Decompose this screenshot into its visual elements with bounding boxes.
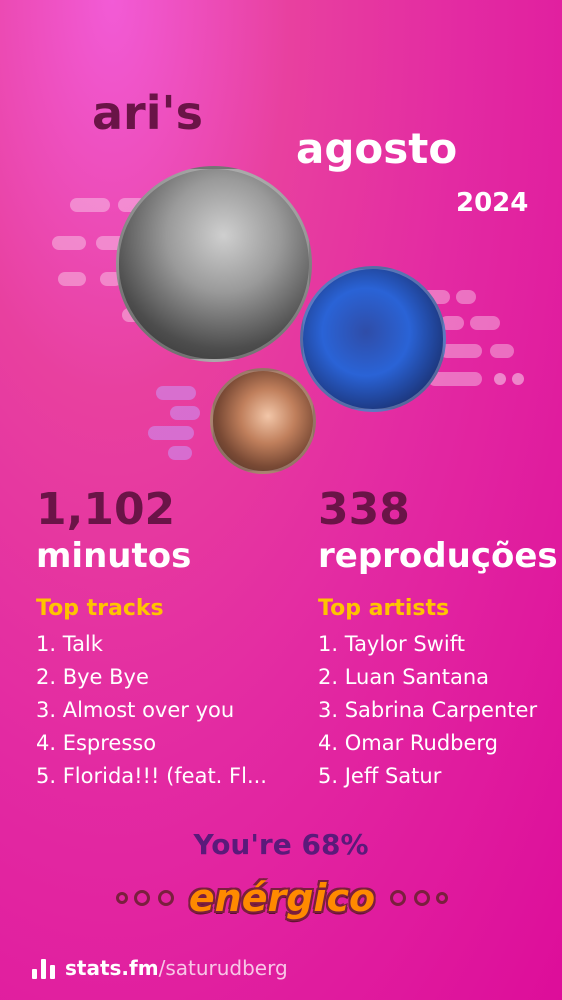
footer-site: stats.fm <box>65 956 159 980</box>
top-tracks-list: 1. Talk 2. Bye Bye 3. Almost over you 4.… <box>36 628 276 793</box>
artist-avatar-large <box>116 166 312 362</box>
track-item: 3. Almost over you <box>36 698 235 722</box>
plays-value: 338 <box>318 484 410 535</box>
top-artists-title: Top artists <box>318 596 450 621</box>
mood-label: enérgico <box>188 876 376 920</box>
track-item: 4. Espresso <box>36 731 157 755</box>
user-title: ari's <box>92 86 203 140</box>
year-title: 2024 <box>456 188 529 218</box>
artist-item: 4. Omar Rudberg <box>318 731 499 755</box>
mood-percent: You're 68% <box>193 828 369 861</box>
artist-avatar-medium <box>300 266 446 412</box>
plays-label: reproduções <box>318 536 558 576</box>
artist-item: 2. Luan Santana <box>318 665 489 689</box>
stats-bars-icon <box>32 957 55 979</box>
minutes-value: 1,102 <box>36 484 176 535</box>
artist-item: 1. Taylor Swift <box>318 632 465 656</box>
top-tracks-title: Top tracks <box>36 596 164 621</box>
stats-card: ari's agosto 2024 1,102 minutos 338 repr… <box>0 0 562 1000</box>
month-title: agosto <box>296 124 458 173</box>
footer-link[interactable]: stats.fm/saturudberg <box>65 956 288 980</box>
footer: stats.fm/saturudberg <box>32 956 288 980</box>
footer-path: /saturudberg <box>158 956 288 980</box>
artist-item: 3. Sabrina Carpenter <box>318 698 538 722</box>
track-item: 2. Bye Bye <box>36 665 149 689</box>
top-artists-list: 1. Taylor Swift 2. Luan Santana 3. Sabri… <box>318 628 558 793</box>
track-item: 5. Florida!!! (feat. Fl... <box>36 764 267 788</box>
artist-item: 5. Jeff Satur <box>318 764 442 788</box>
mood-badge: enérgico <box>0 872 562 924</box>
artist-avatar-small <box>210 368 316 474</box>
track-item: 1. Talk <box>36 632 103 656</box>
minutes-label: minutos <box>36 536 192 576</box>
